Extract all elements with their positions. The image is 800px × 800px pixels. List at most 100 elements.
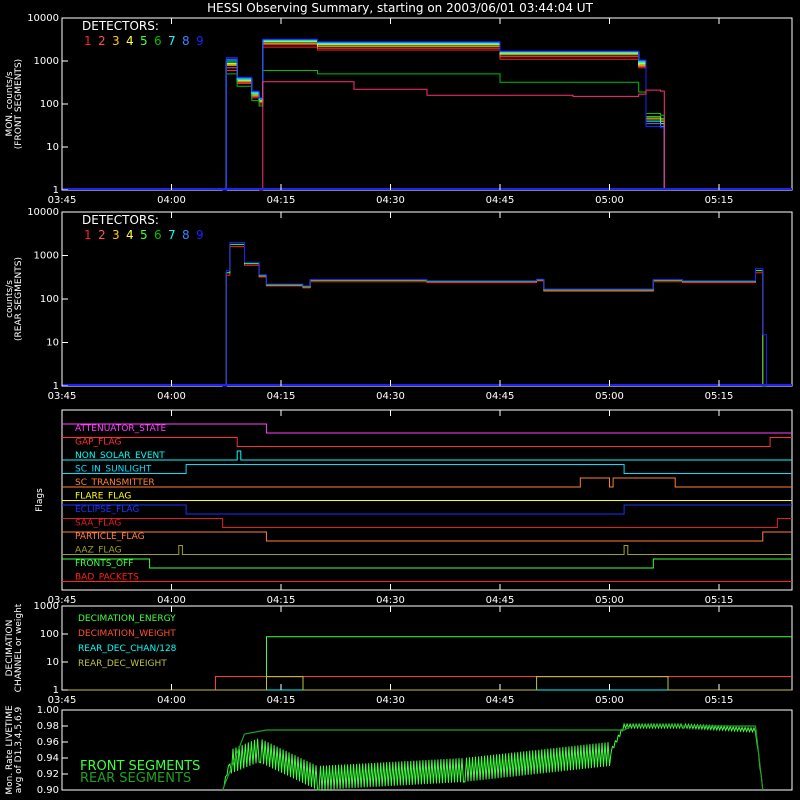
decimation-xtick-label: 05:00 <box>595 695 624 706</box>
decimation-legend-1: DECIMATION_WEIGHT <box>78 629 176 639</box>
front-xtick-label: 04:00 <box>157 195 186 206</box>
front-xtick-label: 05:00 <box>595 195 624 206</box>
flags-ylabel: Flags <box>35 488 45 512</box>
front-ylabel: (FRONT SEGMENTS) <box>14 59 24 149</box>
front-series-8 <box>222 39 665 191</box>
front-legend-num-7: 7 <box>168 34 176 48</box>
flag-label-sc_in_sunlight: SC_IN_SUNLIGHT <box>75 465 152 475</box>
rear-legend-num-1: 1 <box>84 228 92 242</box>
front-legend-num-6: 6 <box>154 34 162 48</box>
front-legend-num-2: 2 <box>98 34 106 48</box>
front-legend-num-8: 8 <box>182 34 190 48</box>
decimation-xtick-label: 05:15 <box>705 695 734 706</box>
flags-xtick-label: 04:00 <box>157 595 186 606</box>
front-series-3 <box>222 42 665 191</box>
decimation-ytick-label: 1000 <box>34 601 59 612</box>
observing-summary-figure: HESSI Observing Summary, starting on 200… <box>5 1 793 796</box>
flag-label-eclipse_flag: ECLIPSE_FLAG <box>75 505 139 515</box>
front-legend-num-4: 4 <box>126 34 134 48</box>
flags-xtick-label: 04:30 <box>376 595 405 606</box>
livetime-ytick-label: 0.94 <box>37 753 59 764</box>
livetime-ytick-label: 1.00 <box>37 705 59 716</box>
flag-label-gap_flag: GAP_FLAG <box>75 438 121 448</box>
flag-line-gap_flag <box>62 437 792 447</box>
rear-xtick-label: 05:00 <box>595 391 624 402</box>
front-series-2 <box>222 44 665 191</box>
rear-xtick-label: 04:30 <box>376 391 405 402</box>
livetime-ytick-label: 0.98 <box>37 721 59 732</box>
decimation-ytick-label: 100 <box>40 629 59 640</box>
flag-line-fronts_off <box>62 558 792 569</box>
flag-line-sc_in_sunlight <box>62 464 792 474</box>
rear-legend-num-7: 7 <box>168 228 176 242</box>
flag-label-sc_transmitter: SC_TRANSMITTER <box>75 478 155 488</box>
front-series-9 <box>222 38 665 191</box>
decimation-xtick-label: 04:45 <box>486 695 515 706</box>
flag-label-flare_flag: FLARE_FLAG <box>75 492 131 502</box>
livetime-ytick-label: 0.90 <box>37 785 59 796</box>
rear-ytick-label: 10 <box>46 338 59 349</box>
flag-line-particle_flag <box>62 531 792 542</box>
flag-label-aaz_flag: AAZ_FLAG <box>75 546 122 556</box>
front-xtick-label: 04:15 <box>267 195 296 206</box>
rear-legend-num-8: 8 <box>182 228 190 242</box>
front-series-1 <box>222 46 665 191</box>
front-legend-num-5: 5 <box>140 34 148 48</box>
flag-line-sc_transmitter <box>62 477 792 488</box>
livetime-series-rear <box>222 725 764 791</box>
rear-xtick-label: 04:45 <box>486 391 515 402</box>
front-legend-num-9: 9 <box>196 34 204 48</box>
rear-legend-title: DETECTORS: <box>82 213 159 227</box>
flags-xtick-label: 04:45 <box>486 595 515 606</box>
rear-xtick-label: 05:15 <box>705 391 734 402</box>
front-legend-num-3: 3 <box>112 34 120 48</box>
front-ytick-label: 100 <box>40 99 59 110</box>
livetime-ytick-label: 0.96 <box>37 737 59 748</box>
front-series-6 <box>222 70 665 191</box>
livetime-ylabel: avg of D1,3,4,5,6,9 <box>14 706 24 793</box>
front-legend-num-1: 1 <box>84 34 92 48</box>
rear-xtick-label: 04:15 <box>267 391 296 402</box>
flag-label-fronts_off: FRONTS_OFF <box>75 559 133 569</box>
decimation-legend-3: REAR_DEC_WEIGHT <box>78 659 167 669</box>
rear-legend-num-3: 3 <box>112 228 120 242</box>
decimation-ylabel: CHANNEL or weight <box>14 603 24 692</box>
rear-ytick-label: 100 <box>40 294 59 305</box>
flag-line-attenuator_state <box>62 423 792 434</box>
flag-label-particle_flag: PARTICLE_FLAG <box>75 532 145 542</box>
figure-title: HESSI Observing Summary, starting on 200… <box>207 1 593 15</box>
rear-xtick-label: 03:45 <box>48 391 77 402</box>
livetime-ytick-label: 0.92 <box>37 769 59 780</box>
flag-label-attenuator_state: ATTENUATOR_STATE <box>75 424 167 434</box>
flags-xtick-label: 05:15 <box>705 595 734 606</box>
front-xtick-label: 05:15 <box>705 195 734 206</box>
rear-series-9 <box>222 241 767 387</box>
decimation-xtick-label: 04:15 <box>267 695 296 706</box>
livetime-series-front <box>222 722 764 791</box>
rear-series-5 <box>222 243 767 387</box>
flags-xtick-label: 05:00 <box>595 595 624 606</box>
front-series-5 <box>222 40 665 191</box>
plots-group: 1 10 100 1000 10000 03:45 04:00 04:15 04:30 04:45… <box>5 13 793 796</box>
flag-line-saa_flag <box>62 518 792 528</box>
front-ytick-label: 10000 <box>27 13 59 24</box>
rear-series-1 <box>222 246 767 387</box>
front-series-7 <box>222 40 665 191</box>
front-xtick-label: 03:45 <box>48 195 77 206</box>
decimation-xtick-label: 04:00 <box>157 695 186 706</box>
rear-legend-num-9: 9 <box>196 228 204 242</box>
front-ytick-label: 10 <box>46 142 59 153</box>
flag-label-saa_flag: SAA_FLAG <box>75 519 121 529</box>
front-legend-title: DETECTORS: <box>82 19 159 33</box>
livetime-legend-rear: REAR SEGMENTS <box>80 771 191 786</box>
rear-legend-num-4: 4 <box>126 228 134 242</box>
front-series-rear-total <box>259 81 665 191</box>
rear-legend-num-6: 6 <box>154 228 162 242</box>
front-series-4 <box>222 41 665 191</box>
decimation-ytick-label: 10 <box>46 657 59 668</box>
flag-line-non_solar_event <box>62 450 792 461</box>
front-xtick-label: 04:30 <box>376 195 405 206</box>
flags-xtick-label: 04:15 <box>267 595 296 606</box>
rear-legend-num-5: 5 <box>140 228 148 242</box>
flag-label-non_solar_event: NON_SOLAR_EVENT <box>75 451 165 461</box>
